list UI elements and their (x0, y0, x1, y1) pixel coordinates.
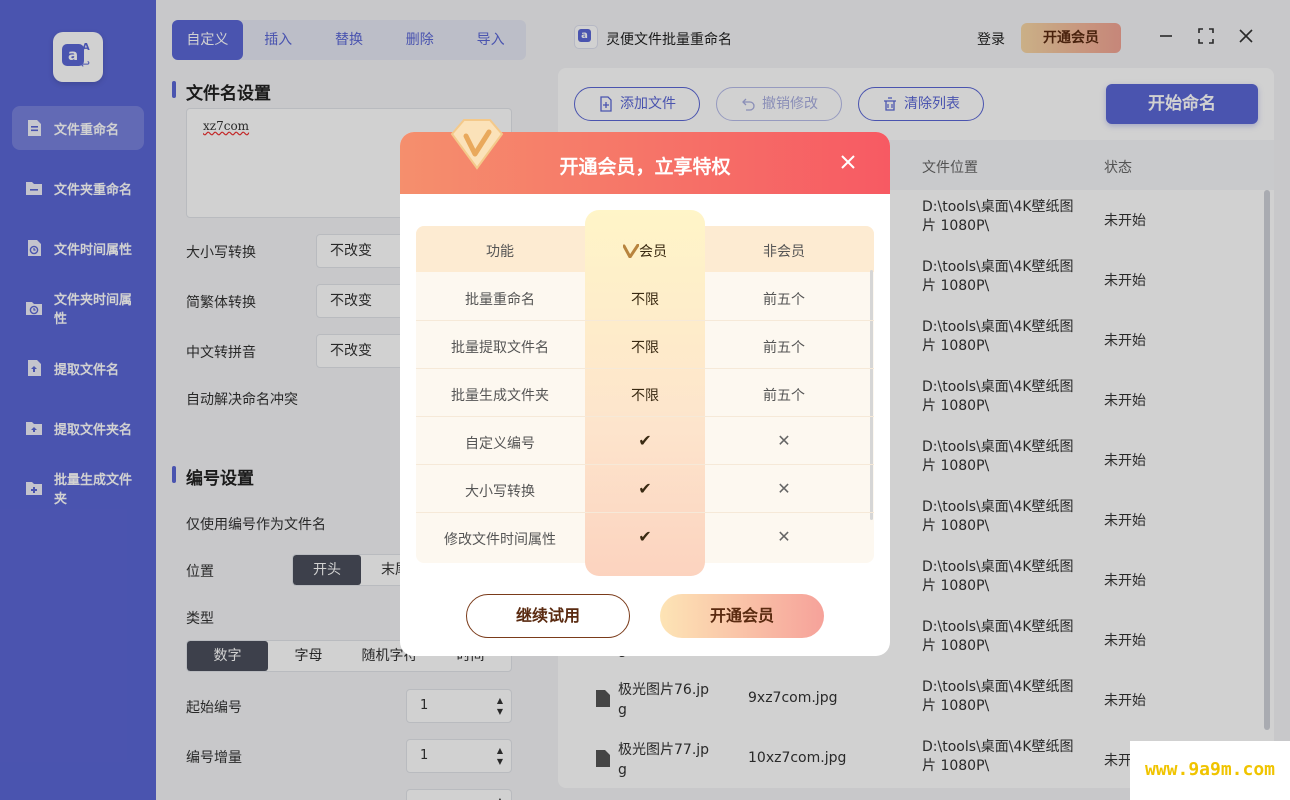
feature-name: 批量生成文件夹 (451, 388, 549, 404)
non-vip-value: 前五个 (763, 292, 805, 308)
vip-value: 不限 (631, 340, 659, 356)
watermark-text: www.9a9m.com (1144, 759, 1276, 780)
vip-value: 不限 (631, 292, 659, 308)
col-vip-label: 会员 (639, 244, 667, 260)
feature-name: 大小写转换 (465, 484, 535, 500)
watermark: www.9a9m.com (1130, 741, 1290, 800)
continue-trial-button[interactable]: 继续试用 (466, 594, 630, 638)
col-non-vip-header: 非会员 (763, 244, 805, 260)
feature-name: 批量提取文件名 (451, 340, 549, 356)
feature-name: 修改文件时间属性 (444, 532, 556, 548)
close-modal-icon[interactable] (840, 154, 856, 170)
non-vip-value: 前五个 (763, 340, 805, 356)
check-icon: ✔ (638, 479, 652, 498)
open-vip-button[interactable]: 开通会员 (660, 594, 824, 638)
modal-scrollbar[interactable] (870, 270, 873, 520)
row-divider (416, 320, 874, 321)
cross-icon: ✕ (777, 527, 791, 546)
row-divider (416, 464, 874, 465)
vip-value: 不限 (631, 388, 659, 404)
check-icon: ✔ (638, 527, 652, 546)
modal-title: 开通会员，立享特权 (559, 156, 731, 178)
cross-icon: ✕ (777, 431, 791, 450)
check-icon: ✔ (638, 431, 652, 450)
col-feature-header: 功能 (486, 244, 514, 260)
feature-name: 自定义编号 (465, 436, 535, 452)
col-vip-header: 会员 (585, 241, 705, 261)
vip-v-icon (622, 243, 640, 260)
row-divider (416, 512, 874, 513)
row-divider (416, 368, 874, 369)
row-divider (416, 416, 874, 417)
feature-name: 批量重命名 (465, 292, 535, 308)
cross-icon: ✕ (777, 479, 791, 498)
non-vip-value: 前五个 (763, 388, 805, 404)
